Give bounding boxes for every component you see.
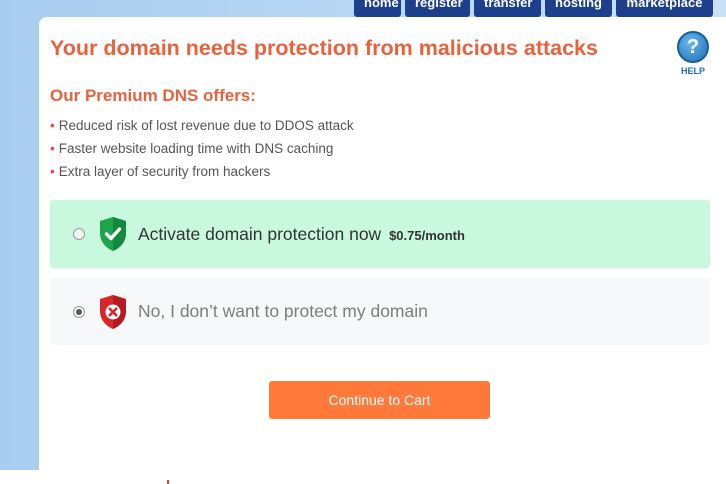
nav-transfer[interactable]: transfer: [474, 0, 541, 17]
feature-item: • Faster website loading time with DNS ca…: [50, 140, 354, 163]
nav-home[interactable]: home: [354, 0, 401, 17]
bullet-icon: •: [50, 141, 55, 156]
activate-label: Activate domain protection now: [138, 223, 382, 244]
option-decline-protection[interactable]: No, I don’t want to protect my domain: [50, 278, 710, 345]
nav-hosting[interactable]: hosting: [545, 0, 612, 17]
continue-to-cart-button[interactable]: Continue to Cart: [269, 381, 490, 419]
offers-subtitle: Our Premium DNS offers:: [50, 86, 256, 105]
shield-check-icon: [100, 217, 126, 251]
feature-item: • Extra layer of security from hackers: [50, 163, 354, 186]
shield-x-icon: [100, 294, 126, 329]
feature-item: • Reduced risk of lost revenue due to DDO…: [50, 117, 354, 140]
page-title: Your domain needs protection from malici…: [50, 36, 598, 60]
option-activate-protection[interactable]: Activate domain protection now $0.75/mon…: [50, 200, 710, 268]
top-nav: home register transfer hosting marketpla…: [354, 0, 713, 17]
activate-label-group: Activate domain protection now $0.75/mon…: [138, 224, 465, 245]
nav-register[interactable]: register: [405, 0, 470, 17]
feature-text: Reduced risk of lost revenue due to DDOS…: [58, 118, 354, 133]
question-icon: ?: [677, 31, 709, 63]
protection-panel: Your domain needs protection from malici…: [39, 17, 726, 470]
red-marker: [167, 480, 169, 484]
feature-text: Extra layer of security from hackers: [58, 164, 271, 179]
help-button[interactable]: ? HELP: [677, 31, 709, 76]
bullet-icon: •: [50, 118, 55, 133]
price-label: $0.75/month: [389, 227, 465, 243]
feature-list: • Reduced risk of lost revenue due to DDO…: [50, 117, 354, 186]
bullet-icon: •: [50, 164, 55, 179]
feature-text: Faster website loading time with DNS cac…: [58, 141, 334, 156]
decline-radio[interactable]: [73, 305, 85, 318]
decline-label: No, I don’t want to protect my domain: [138, 301, 428, 321]
help-label: HELP: [680, 66, 705, 76]
activate-radio[interactable]: [73, 228, 85, 240]
nav-marketplace[interactable]: marketplace: [616, 0, 713, 17]
